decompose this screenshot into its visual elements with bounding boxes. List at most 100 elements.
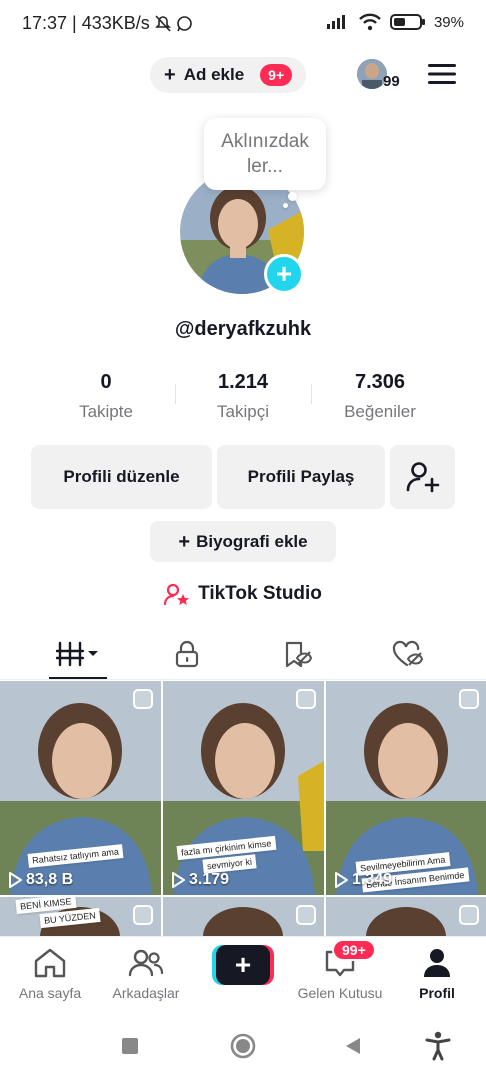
add-story-button[interactable]: +: [264, 254, 304, 294]
plus-icon: +: [178, 530, 191, 553]
edit-profile-label: Profili düzenle: [63, 467, 180, 486]
select-checkbox[interactable]: [459, 905, 479, 925]
create-video-button[interactable]: +: [212, 945, 274, 985]
tab-liked[interactable]: [378, 634, 438, 674]
circle-icon: [230, 1033, 256, 1059]
nav-inbox[interactable]: 99+ Gelen Kutusu: [292, 939, 388, 1007]
view-count-value: 1.349: [352, 871, 393, 888]
notification-badge: 9+: [260, 64, 293, 86]
note-bubble[interactable]: Aklınızdak ler...: [204, 118, 326, 190]
recents-button[interactable]: [114, 1030, 146, 1062]
add-account-label: Ad ekle: [183, 65, 245, 84]
tab-saved[interactable]: [268, 634, 328, 674]
saved-icon: [285, 641, 313, 668]
video-thumbnail[interactable]: fazla mı çirkinim kimse sevmiyor ki 3.17…: [163, 681, 324, 895]
note-bubble-text: Aklınızdak ler...: [221, 131, 309, 177]
top-bar: + Ad ekle 9+ 99: [0, 57, 486, 95]
back-triangle-icon: [346, 1038, 360, 1054]
video-grid: Rahatsız tatlıyım ama 83,8 B fazla mı çi…: [0, 681, 486, 941]
plus-icon: +: [164, 64, 176, 86]
add-friends-button[interactable]: [390, 445, 455, 509]
stat-following[interactable]: 0 Takipte: [38, 368, 174, 422]
profile-stats: 0 Takipte 1.214 Takipçi 7.306 Beğeniler: [38, 368, 448, 432]
nav-home[interactable]: Ana sayfa: [2, 945, 98, 1007]
battery-percent: 39%: [433, 13, 464, 31]
profile-icon: [424, 949, 450, 977]
select-checkbox[interactable]: [133, 905, 153, 925]
square-icon: [122, 1038, 138, 1054]
video-thumbnail[interactable]: Sevilmeyebilirim Ama Bende İnsanım Benim…: [326, 681, 486, 895]
bubble-tail-dot: [288, 192, 297, 201]
view-count: 83,8 B: [8, 871, 73, 889]
nav-profile[interactable]: Profil: [389, 945, 485, 1007]
tab-private[interactable]: [157, 634, 217, 674]
add-person-icon: [406, 462, 439, 493]
stat-value: 0: [100, 371, 112, 393]
video-thumbnail[interactable]: [163, 897, 324, 941]
battery-icon: [389, 14, 425, 30]
active-tab-indicator: [49, 677, 107, 679]
view-count: 3.179: [171, 871, 229, 889]
select-checkbox[interactable]: [296, 689, 316, 709]
plus-icon: +: [275, 258, 293, 289]
stat-label: Beğeniler: [344, 402, 416, 421]
status-time: 17:37 | 433KB/s: [22, 13, 150, 33]
back-button[interactable]: [337, 1030, 369, 1062]
home-icon: [34, 948, 66, 978]
tiktok-studio-link[interactable]: TikTok Studio: [0, 580, 486, 608]
view-count-value: 3.179: [189, 871, 230, 888]
liked-icon: [392, 640, 424, 667]
mute-bell-icon: [154, 14, 171, 32]
select-checkbox[interactable]: [296, 905, 316, 925]
view-count: 1.349: [334, 871, 392, 889]
username: @deryafkzuhk: [174, 318, 312, 340]
friends-icon: [128, 949, 164, 977]
plus-icon: +: [216, 945, 270, 985]
edit-profile-button[interactable]: Profili düzenle: [31, 445, 212, 509]
video-thumbnail[interactable]: Rahatsız tatlıyım ama 83,8 B: [0, 681, 161, 895]
add-account-button[interactable]: + Ad ekle 9+: [150, 57, 307, 93]
select-checkbox[interactable]: [459, 689, 479, 709]
bubble-tail-dot: [283, 203, 288, 208]
tab-videos[interactable]: [48, 634, 108, 674]
stat-likes[interactable]: 7.306 Beğeniler: [312, 368, 448, 422]
home-system-button[interactable]: [227, 1030, 259, 1062]
add-bio-label: Biyografi ekle: [196, 531, 308, 551]
stat-followers[interactable]: 1.214 Takipçi: [175, 368, 311, 422]
video-thumbnail[interactable]: BENİ KIMSE BU YÜZDEN: [0, 897, 161, 941]
grid-videos-icon: [56, 641, 98, 667]
system-navigation: [0, 1010, 486, 1080]
nav-inbox-label: Gelen Kutusu: [297, 985, 383, 1001]
hamburger-menu-icon[interactable]: [428, 63, 456, 85]
tiktok-studio-label: TikTok Studio: [198, 583, 322, 604]
profile-actions: Profili düzenle Profili Paylaş: [31, 445, 455, 510]
avatar-count: 99: [383, 73, 400, 90]
video-thumbnail[interactable]: [326, 897, 486, 941]
accessibility-icon: [425, 1031, 451, 1061]
nav-home-label: Ana sayfa: [18, 985, 82, 1001]
stat-value: 7.306: [354, 371, 406, 393]
share-profile-button[interactable]: Profili Paylaş: [217, 445, 385, 509]
content-tabs: [0, 628, 486, 680]
signal-icon: [326, 15, 345, 29]
nav-friends-label: Arkadaşlar: [112, 985, 180, 1001]
select-checkbox[interactable]: [133, 689, 153, 709]
stat-label: Takipte: [79, 402, 133, 421]
studio-icon: [164, 583, 190, 605]
inbox-badge: 99+: [332, 939, 376, 961]
status-bar: 17:37 | 433KB/s 39%: [0, 0, 486, 50]
lock-icon: [175, 640, 199, 668]
view-count-value: 83,8 B: [26, 871, 74, 888]
accessibility-button[interactable]: [422, 1030, 454, 1062]
stat-value: 1.214: [217, 371, 269, 393]
share-profile-label: Profili Paylaş: [247, 467, 355, 486]
add-bio-button[interactable]: + Biyografi ekle: [150, 521, 336, 562]
whatsapp-icon: [176, 16, 192, 32]
nav-profile-label: Profil: [419, 985, 455, 1001]
nav-friends[interactable]: Arkadaşlar: [98, 945, 194, 1007]
bottom-navigation: Ana sayfa Arkadaşlar + 99+ Gelen Kutusu …: [0, 936, 486, 1010]
play-icon: [9, 872, 22, 888]
play-icon: [335, 872, 348, 888]
stat-label: Takipçi: [217, 402, 269, 421]
play-icon: [172, 872, 185, 888]
